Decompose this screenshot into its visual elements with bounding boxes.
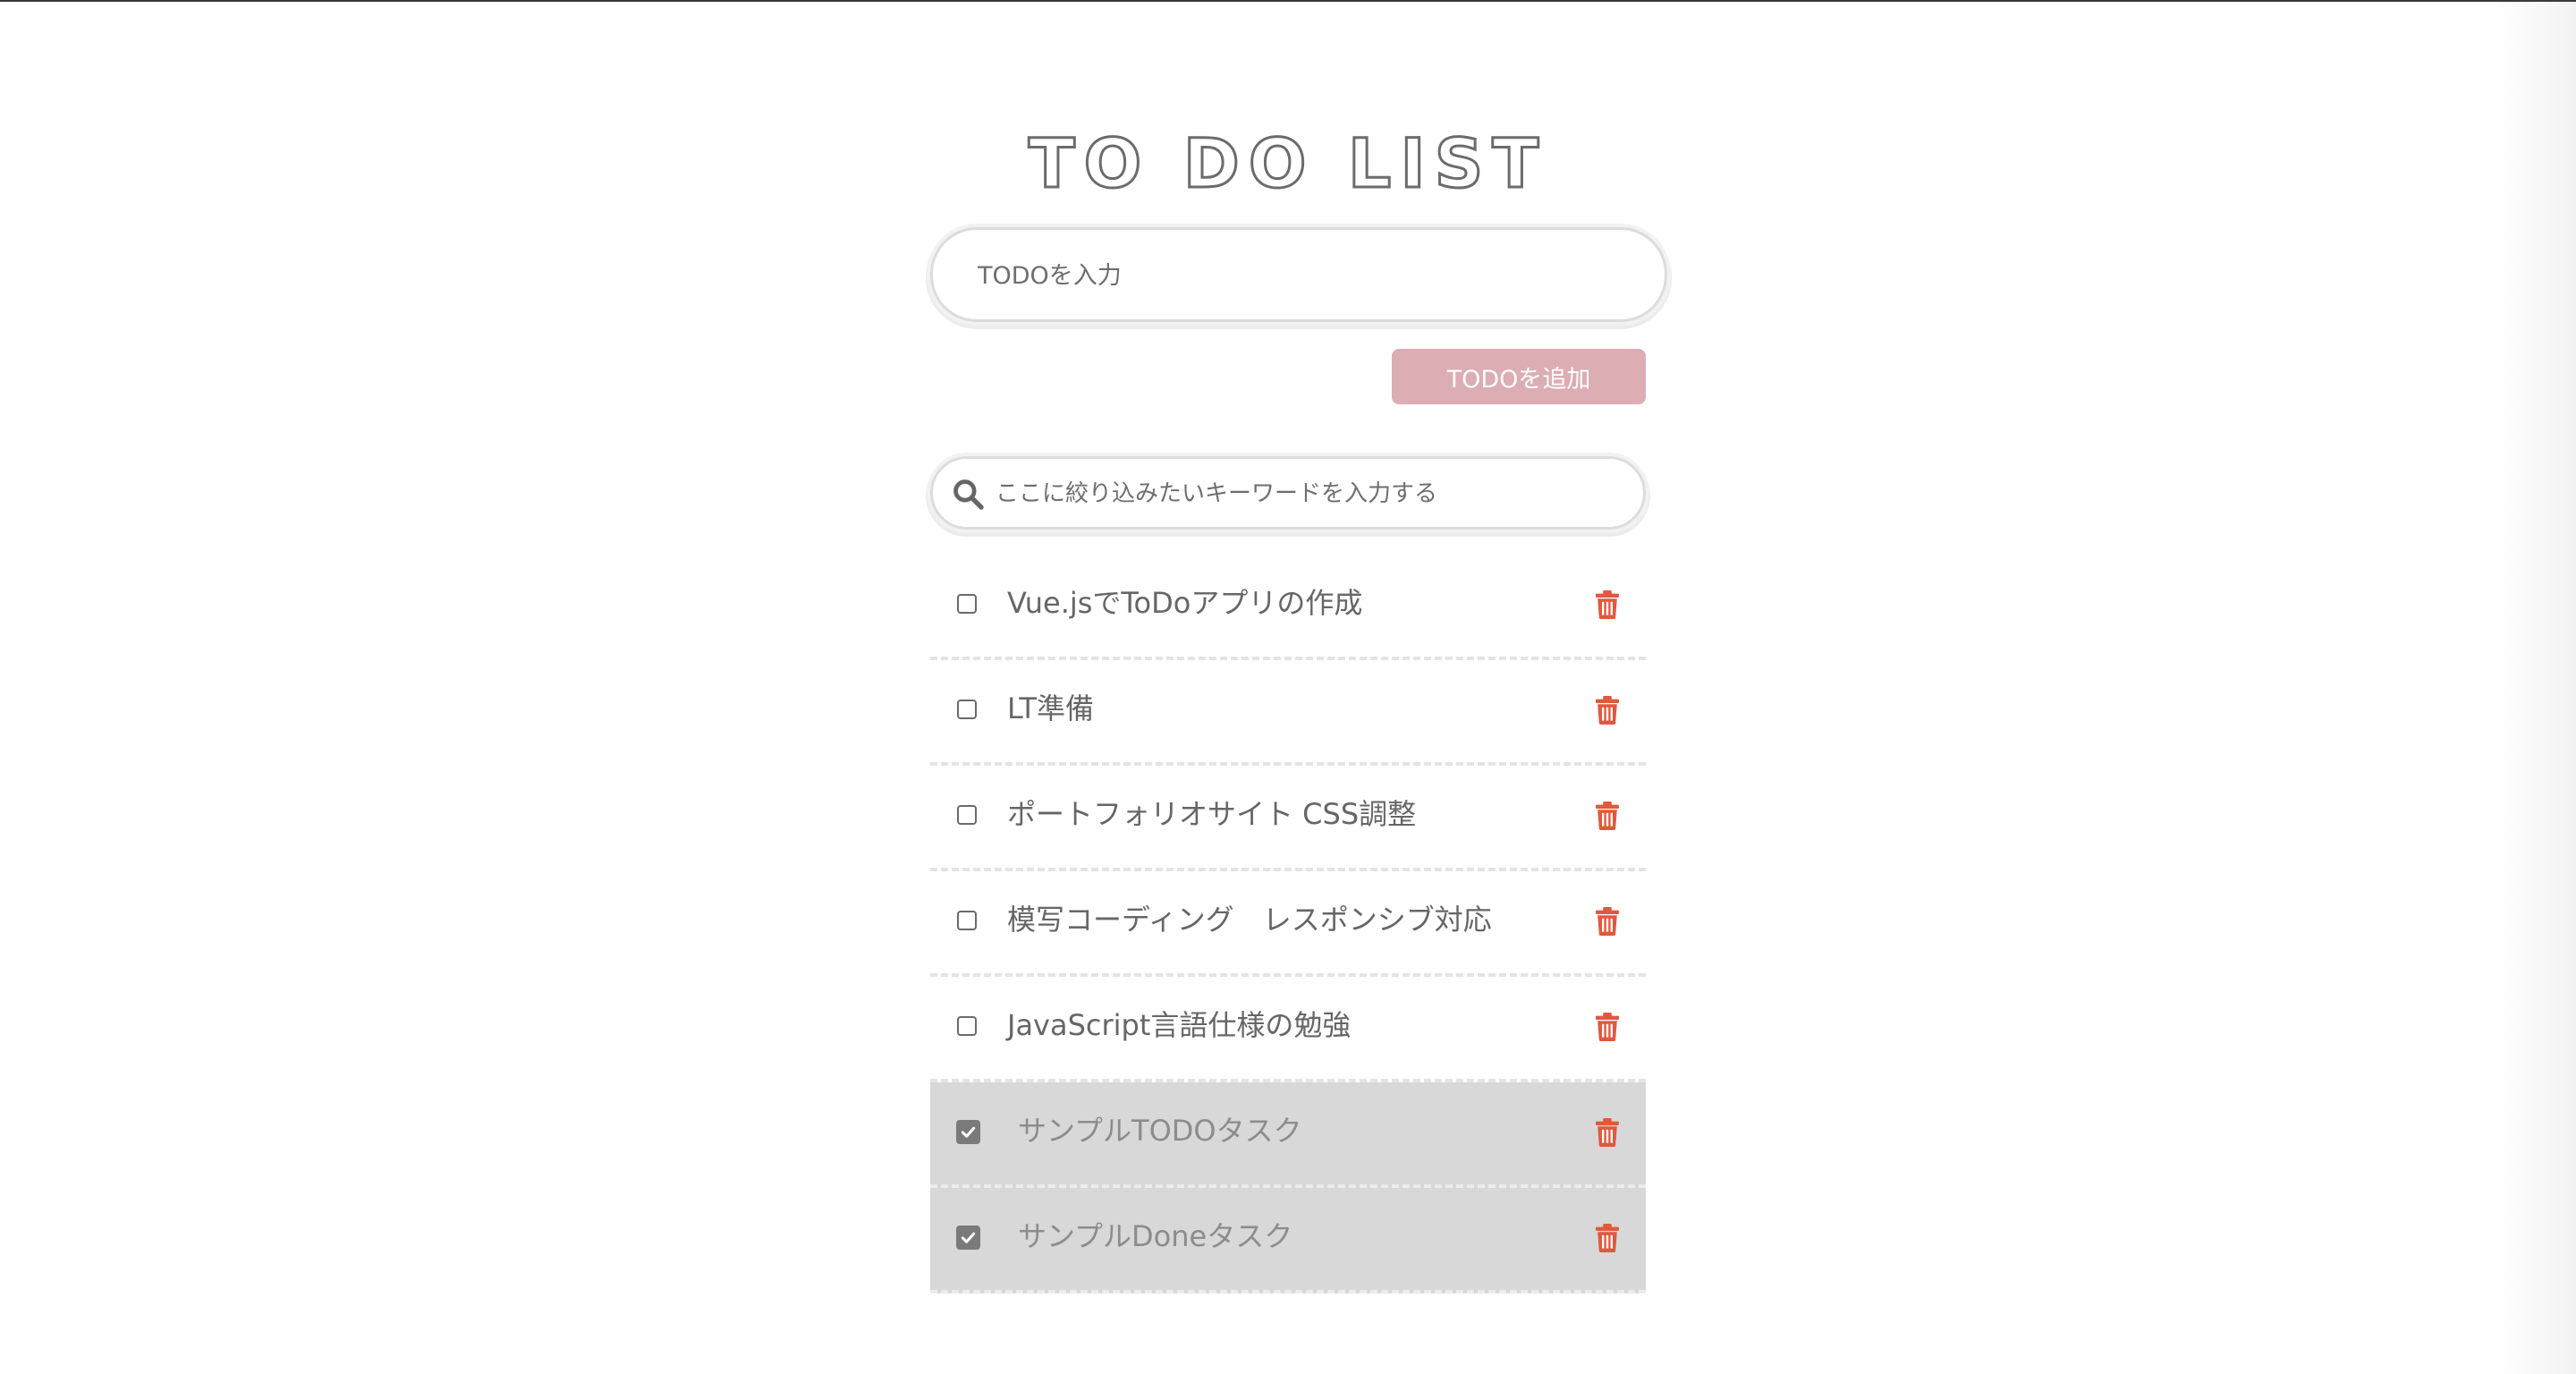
todo-item: JavaScript言語仕様の勉強 (930, 977, 1646, 1082)
page-title: TO DO LIST (1027, 122, 1548, 204)
todo-item: 模写コーディング レスポンシブ対応 (930, 871, 1646, 977)
trash-icon[interactable] (1594, 1224, 1621, 1252)
trash-icon[interactable] (1594, 590, 1621, 619)
trash-icon[interactable] (1594, 907, 1621, 936)
trash-icon[interactable] (1594, 696, 1621, 725)
filter-input[interactable] (994, 459, 1623, 529)
todo-label: Vue.jsでToDoアプリの作成 (1007, 586, 1363, 620)
todo-checkbox[interactable] (956, 1226, 980, 1250)
todo-label: 模写コーディング レスポンシブ対応 (1007, 903, 1492, 937)
todo-label: ポートフォリオサイト CSS調整 (1007, 797, 1417, 831)
check-icon (961, 1126, 976, 1138)
todo-checkbox[interactable] (957, 700, 977, 719)
todo-label: サンプルTODOタスク (1018, 1114, 1302, 1148)
trash-icon[interactable] (1594, 802, 1621, 830)
new-todo-input[interactable] (976, 230, 1641, 321)
todo-item: サンプルDoneタスク (930, 1188, 1646, 1293)
filter-field[interactable] (930, 456, 1646, 530)
todo-checkbox[interactable] (957, 805, 977, 825)
todo-checkbox[interactable] (957, 911, 977, 930)
add-todo-button[interactable]: TODOを追加 (1392, 349, 1646, 404)
todo-item: サンプルTODOタスク (930, 1082, 1646, 1188)
todo-item: LT準備 (930, 660, 1646, 766)
trash-icon[interactable] (1594, 1013, 1621, 1041)
todo-item: ポートフォリオサイト CSS調整 (930, 766, 1646, 871)
todo-list: Vue.jsでToDoアプリの作成 LT準備 ポートフォリオサイト CSS調整 (930, 555, 1646, 1293)
trash-icon[interactable] (1594, 1118, 1621, 1147)
todo-checkbox[interactable] (957, 594, 977, 614)
todo-label: サンプルDoneタスク (1018, 1219, 1293, 1253)
todo-label: LT準備 (1007, 691, 1094, 725)
todo-item: Vue.jsでToDoアプリの作成 (930, 555, 1646, 660)
search-icon (953, 479, 984, 510)
todo-checkbox[interactable] (956, 1120, 980, 1144)
todo-checkbox[interactable] (957, 1016, 977, 1036)
check-icon (961, 1232, 976, 1243)
todo-label: JavaScript言語仕様の勉強 (1007, 1008, 1352, 1042)
new-todo-field[interactable] (930, 227, 1667, 322)
